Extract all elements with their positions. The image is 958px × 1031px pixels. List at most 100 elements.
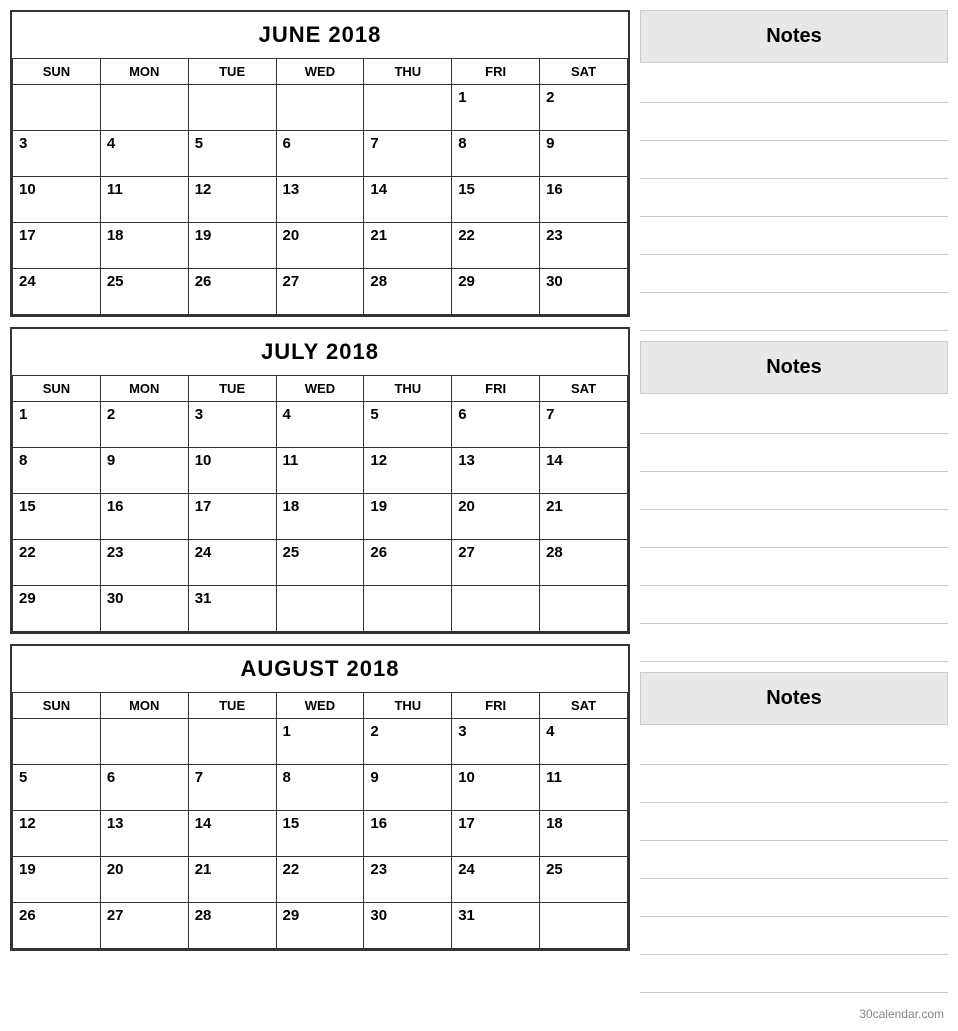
table-cell: 27: [452, 540, 540, 586]
day-header-fri: FRI: [452, 59, 540, 85]
table-cell: 3: [188, 402, 276, 448]
notes-header-0: Notes: [640, 10, 948, 63]
table-cell: 19: [188, 223, 276, 269]
table-cell: 22: [276, 857, 364, 903]
table-row: 567891011: [13, 765, 628, 811]
table-cell: 13: [276, 177, 364, 223]
table-cell: 23: [540, 223, 628, 269]
table-row: 19202122232425: [13, 857, 628, 903]
table-cell: 3: [452, 719, 540, 765]
table-cell: 27: [100, 903, 188, 949]
table-cell: 20: [100, 857, 188, 903]
table-cell: 2: [100, 402, 188, 448]
table-cell: [452, 586, 540, 632]
notes-line: [640, 179, 948, 217]
table-row: 293031: [13, 586, 628, 632]
calendar-table-august: SUNMONTUEWEDTHUFRISAT1234567891011121314…: [12, 692, 628, 949]
table-cell: 13: [100, 811, 188, 857]
table-cell: 30: [100, 586, 188, 632]
table-cell: 22: [13, 540, 101, 586]
table-cell: 8: [276, 765, 364, 811]
table-cell: 1: [276, 719, 364, 765]
table-cell: 22: [452, 223, 540, 269]
notes-line: [640, 141, 948, 179]
table-row: 12131415161718: [13, 811, 628, 857]
table-cell: 21: [540, 494, 628, 540]
notes-line: [640, 434, 948, 472]
notes-lines-0: [640, 65, 948, 331]
table-cell: 30: [540, 269, 628, 315]
day-header-sun: SUN: [13, 376, 101, 402]
table-cell: 6: [276, 131, 364, 177]
table-cell: 11: [100, 177, 188, 223]
table-cell: 30: [364, 903, 452, 949]
notes-line: [640, 879, 948, 917]
table-cell: 12: [13, 811, 101, 857]
notes-block-0: Notes: [640, 10, 948, 331]
table-cell: 3: [13, 131, 101, 177]
notes-line: [640, 510, 948, 548]
notes-block-1: Notes: [640, 341, 948, 662]
table-cell: 7: [364, 131, 452, 177]
table-cell: 25: [276, 540, 364, 586]
notes-lines-2: [640, 727, 948, 993]
table-row: 891011121314: [13, 448, 628, 494]
table-cell: 13: [452, 448, 540, 494]
day-header-mon: MON: [100, 376, 188, 402]
table-cell: 11: [276, 448, 364, 494]
table-cell: 18: [540, 811, 628, 857]
table-cell: [13, 85, 101, 131]
table-row: 1234: [13, 719, 628, 765]
notes-line: [640, 103, 948, 141]
table-cell: 15: [13, 494, 101, 540]
table-cell: 4: [276, 402, 364, 448]
notes-line: [640, 293, 948, 331]
table-cell: 27: [276, 269, 364, 315]
table-cell: 2: [540, 85, 628, 131]
table-cell: 26: [13, 903, 101, 949]
table-cell: 25: [540, 857, 628, 903]
day-header-wed: WED: [276, 59, 364, 85]
table-cell: [364, 586, 452, 632]
calendar-august: AUGUST 2018SUNMONTUEWEDTHUFRISAT12345678…: [10, 644, 630, 951]
calendar-table-june: SUNMONTUEWEDTHUFRISAT1234567891011121314…: [12, 58, 628, 315]
table-cell: 11: [540, 765, 628, 811]
notes-line: [640, 65, 948, 103]
table-cell: 17: [13, 223, 101, 269]
day-header-tue: TUE: [188, 59, 276, 85]
table-cell: [100, 85, 188, 131]
table-cell: 28: [188, 903, 276, 949]
calendar-july: JULY 2018SUNMONTUEWEDTHUFRISAT1234567891…: [10, 327, 630, 634]
watermark: 30calendar.com: [640, 1003, 948, 1021]
table-cell: 19: [13, 857, 101, 903]
table-cell: 17: [188, 494, 276, 540]
table-cell: 12: [364, 448, 452, 494]
table-cell: 1: [13, 402, 101, 448]
table-cell: 26: [364, 540, 452, 586]
table-cell: 14: [540, 448, 628, 494]
notes-line: [640, 955, 948, 993]
notes-line: [640, 586, 948, 624]
table-cell: 28: [364, 269, 452, 315]
table-cell: [100, 719, 188, 765]
notes-line: [640, 396, 948, 434]
table-cell: [540, 903, 628, 949]
notes-header-1: Notes: [640, 341, 948, 394]
day-header-mon: MON: [100, 693, 188, 719]
table-row: 12: [13, 85, 628, 131]
table-cell: 16: [100, 494, 188, 540]
table-cell: 23: [100, 540, 188, 586]
day-header-sun: SUN: [13, 693, 101, 719]
table-cell: [188, 719, 276, 765]
table-cell: 26: [188, 269, 276, 315]
notes-column: NotesNotesNotes30calendar.com: [640, 10, 948, 1021]
calendar-title-july: JULY 2018: [12, 329, 628, 375]
table-cell: 29: [276, 903, 364, 949]
notes-line: [640, 255, 948, 293]
table-cell: 15: [452, 177, 540, 223]
table-cell: 14: [364, 177, 452, 223]
calendars-column: JUNE 2018SUNMONTUEWEDTHUFRISAT1234567891…: [10, 10, 630, 1021]
calendar-title-june: JUNE 2018: [12, 12, 628, 58]
main-container: JUNE 2018SUNMONTUEWEDTHUFRISAT1234567891…: [10, 10, 948, 1021]
table-cell: 18: [100, 223, 188, 269]
